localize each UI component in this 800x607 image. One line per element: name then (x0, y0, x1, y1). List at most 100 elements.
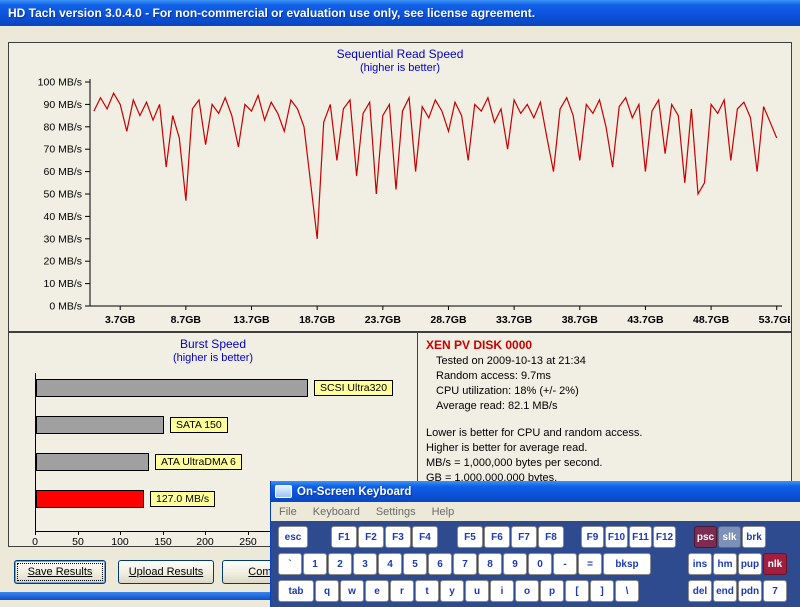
key-7[interactable]: 7 (453, 553, 477, 575)
svg-text:100 MB/s: 100 MB/s (38, 77, 82, 89)
burst-axis-tick (248, 531, 249, 535)
burst-axis-tick (35, 531, 36, 535)
burst-bar-label: ATA UltraDMA 6 (155, 454, 242, 470)
key-nlk[interactable]: nlk (763, 553, 787, 575)
key-brk[interactable]: brk (742, 526, 766, 548)
key-w[interactable]: w (340, 580, 364, 602)
key-3[interactable]: 3 (353, 553, 377, 575)
key-y[interactable]: y (440, 580, 464, 602)
key-7[interactable]: 7 (763, 580, 787, 602)
key-psc[interactable]: psc (694, 526, 717, 548)
key-f10[interactable]: F10 (605, 526, 628, 548)
key-1[interactable]: 1 (303, 553, 327, 575)
key-e[interactable]: e (365, 580, 389, 602)
key-r[interactable]: r (390, 580, 414, 602)
average-read-line: Average read: 82.1 MB/s (436, 399, 783, 414)
svg-text:38.7GB: 38.7GB (562, 314, 599, 326)
key-row: tabqwertyuiop[]\ delendpdn7 (278, 580, 800, 602)
key-pdn[interactable]: pdn (738, 580, 762, 602)
key-p[interactable]: p (540, 580, 564, 602)
key-2[interactable]: 2 (328, 553, 352, 575)
note-line: MB/s = 1,000,000 bytes per second. (426, 456, 783, 471)
key-sym[interactable]: [ (565, 580, 589, 602)
svg-text:43.7GB: 43.7GB (627, 314, 664, 326)
menu-keyboard[interactable]: Keyboard (305, 506, 368, 518)
svg-text:18.7GB: 18.7GB (299, 314, 336, 326)
key-sym[interactable]: ] (590, 580, 614, 602)
upload-results-button[interactable]: Upload Results (118, 560, 214, 584)
key-f7[interactable]: F7 (511, 526, 537, 548)
key-hm[interactable]: hm (713, 553, 737, 575)
svg-text:33.7GB: 33.7GB (496, 314, 533, 326)
note-line: Lower is better for CPU and random acces… (426, 426, 783, 441)
key-end[interactable]: end (713, 580, 737, 602)
key-5[interactable]: 5 (403, 553, 427, 575)
random-access-line: Random access: 9.7ms (436, 369, 783, 384)
svg-text:0 MB/s: 0 MB/s (49, 301, 82, 313)
key-f2[interactable]: F2 (358, 526, 384, 548)
key-6[interactable]: 6 (428, 553, 452, 575)
key-esc[interactable]: esc (278, 526, 308, 548)
burst-axis-label: 100 (105, 536, 135, 548)
svg-text:70 MB/s: 70 MB/s (43, 144, 82, 156)
key-f6[interactable]: F6 (484, 526, 510, 548)
key-q[interactable]: q (315, 580, 339, 602)
key-f3[interactable]: F3 (385, 526, 411, 548)
svg-text:30 MB/s: 30 MB/s (43, 233, 82, 245)
key-ins[interactable]: ins (688, 553, 712, 575)
menu-help[interactable]: Help (424, 506, 463, 518)
key-pup[interactable]: pup (738, 553, 762, 575)
burst-bar-label: SCSI Ultra320 (314, 380, 393, 396)
key-8[interactable]: 8 (478, 553, 502, 575)
cpu-utilization-line: CPU utilization: 18% (+/- 2%) (436, 384, 783, 399)
key-f4[interactable]: F4 (412, 526, 438, 548)
burst-axis-tick (205, 531, 206, 535)
disk-name: XEN PV DISK 0000 (426, 338, 783, 352)
save-results-button[interactable]: Save Results (14, 560, 106, 584)
svg-text:8.7GB: 8.7GB (171, 314, 202, 326)
svg-text:60 MB/s: 60 MB/s (43, 166, 82, 178)
osk-keys: esc F1F2F3F4 F5F6F7F8 F9F10F11F12 pscslkbrk `… (271, 521, 800, 607)
key-f11[interactable]: F11 (629, 526, 652, 548)
key-f5[interactable]: F5 (457, 526, 483, 548)
key-i[interactable]: i (490, 580, 514, 602)
key-bksp[interactable]: bksp (603, 553, 651, 575)
osk-menu-bar: File Keyboard Settings Help (271, 502, 800, 522)
key-sym[interactable]: = (578, 553, 602, 575)
key-0[interactable]: 0 (528, 553, 552, 575)
burst-bar (36, 379, 308, 397)
menu-settings[interactable]: Settings (368, 506, 424, 518)
key-tab[interactable]: tab (278, 580, 314, 602)
key-row: `1234567890-=bksp inshmpupnlk (278, 553, 800, 575)
key-sym[interactable]: - (553, 553, 577, 575)
sequential-chart-title: Sequential Read Speed (9, 47, 791, 62)
menu-file[interactable]: File (271, 506, 305, 518)
key-f8[interactable]: F8 (538, 526, 564, 548)
key-f9[interactable]: F9 (581, 526, 604, 548)
key-u[interactable]: u (465, 580, 489, 602)
key-o[interactable]: o (515, 580, 539, 602)
sequential-read-panel: Sequential Read Speed (higher is better)… (8, 42, 792, 332)
key-sym[interactable]: \ (615, 580, 639, 602)
svg-text:23.7GB: 23.7GB (365, 314, 402, 326)
svg-text:80 MB/s: 80 MB/s (43, 121, 82, 133)
upload-results-label: Upload Results (129, 566, 204, 578)
burst-axis-label: 200 (190, 536, 220, 548)
burst-bar (36, 490, 144, 508)
key-sym[interactable]: ` (278, 553, 302, 575)
key-4[interactable]: 4 (378, 553, 402, 575)
burst-axis-label: 50 (63, 536, 93, 548)
key-9[interactable]: 9 (503, 553, 527, 575)
burst-chart-title: Burst Speed (9, 337, 417, 352)
svg-text:10 MB/s: 10 MB/s (43, 278, 82, 290)
key-t[interactable]: t (415, 580, 439, 602)
key-del[interactable]: del (688, 580, 712, 602)
key-slk[interactable]: slk (718, 526, 741, 548)
burst-axis-label: 0 (20, 536, 50, 548)
burst-axis-tick (78, 531, 79, 535)
key-f1[interactable]: F1 (331, 526, 357, 548)
key-row: esc F1F2F3F4 F5F6F7F8 F9F10F11F12 pscslkbrk (278, 526, 800, 548)
osk-title-bar[interactable]: On-Screen Keyboard (271, 481, 800, 502)
key-f12[interactable]: F12 (653, 526, 676, 548)
burst-bar-label: 127.0 MB/s (150, 491, 215, 507)
